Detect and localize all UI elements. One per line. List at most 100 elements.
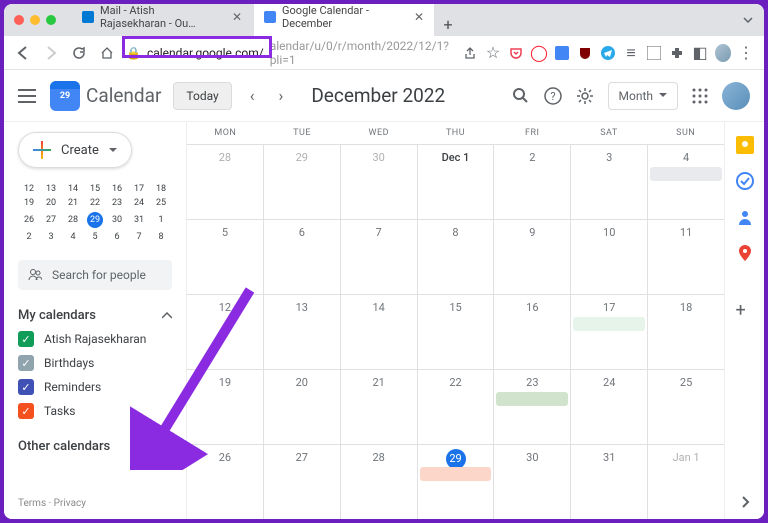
minical-day[interactable]: 28 (62, 210, 84, 230)
minical-day[interactable]: 16 (106, 182, 128, 196)
minical-day[interactable]: 18 (150, 182, 172, 196)
help-icon[interactable]: ? (544, 87, 562, 105)
day-cell[interactable]: 31 (571, 445, 648, 519)
day-cell[interactable]: 10 (571, 220, 648, 294)
minical-day[interactable]: 6 (106, 230, 128, 244)
day-cell[interactable]: 25 (648, 370, 724, 444)
minical-day[interactable]: 1 (150, 210, 172, 230)
minical-day[interactable]: 12 (18, 182, 40, 196)
traffic-max[interactable] (46, 15, 56, 25)
day-cell[interactable]: 13 (264, 295, 341, 369)
ext-icon-4[interactable]: ◧ (692, 45, 708, 61)
opera-icon[interactable]: ◯ (531, 45, 547, 61)
tab-mail[interactable]: Mail - Atish Rajasekharan - Ou… ✕ (72, 4, 252, 36)
day-cell[interactable]: 17 (571, 295, 648, 369)
add-addon-button[interactable]: + (736, 300, 754, 318)
profile-avatar[interactable] (715, 45, 731, 61)
day-cell[interactable]: 27 (264, 445, 341, 519)
maps-icon[interactable] (736, 244, 754, 262)
other-calendars-toggle[interactable]: Other calendars + (18, 437, 172, 456)
event-chip[interactable] (496, 392, 568, 406)
calendar-logo[interactable]: 29 Calendar (50, 81, 161, 111)
event-chip[interactable] (650, 167, 722, 181)
minical-day[interactable]: 20 (40, 196, 62, 210)
minical-day[interactable]: 14 (62, 182, 84, 196)
share-icon[interactable] (462, 45, 478, 61)
minical-day[interactable]: 7 (128, 230, 150, 244)
minical-day[interactable]: 4 (62, 230, 84, 244)
add-calendar-button[interactable]: + (143, 437, 152, 456)
day-cell[interactable]: 30 (341, 145, 418, 219)
extensions-icon[interactable] (669, 45, 685, 61)
checkbox-icon[interactable]: ✓ (18, 379, 34, 395)
day-cell[interactable]: 15 (418, 295, 495, 369)
minical-day[interactable]: 30 (106, 210, 128, 230)
create-button[interactable]: Create (18, 132, 132, 168)
minical-day[interactable]: 22 (84, 196, 106, 210)
minical-day[interactable]: 15 (84, 182, 106, 196)
day-cell[interactable]: 12 (187, 295, 264, 369)
day-cell[interactable]: 3 (571, 145, 648, 219)
day-cell[interactable]: 24 (571, 370, 648, 444)
ublock-icon[interactable] (577, 45, 593, 61)
ext-icon-2[interactable]: ≡ (623, 45, 639, 61)
calendar-item[interactable]: ✓Birthdays (18, 355, 172, 371)
day-cell[interactable]: 4 (648, 145, 724, 219)
hide-panel-button[interactable] (740, 495, 750, 509)
day-cell[interactable]: 21 (341, 370, 418, 444)
minical-day[interactable]: 19 (18, 196, 40, 210)
back-button[interactable] (14, 44, 32, 62)
day-cell[interactable]: Dec 1 (418, 145, 495, 219)
search-icon[interactable] (512, 87, 530, 105)
url-input[interactable]: 🔒 calendar.google.com/alendar/u/0/r/mont… (126, 39, 452, 67)
day-cell[interactable]: 29 (264, 145, 341, 219)
minical-day[interactable]: 23 (106, 196, 128, 210)
event-chip[interactable] (420, 467, 492, 481)
day-cell[interactable]: 11 (648, 220, 724, 294)
chevron-down-icon[interactable] (742, 14, 754, 26)
day-cell[interactable]: 5 (187, 220, 264, 294)
tab-calendar[interactable]: Google Calendar - December ✕ (254, 4, 434, 36)
day-cell[interactable]: 28 (341, 445, 418, 519)
tasks-icon[interactable] (736, 172, 754, 190)
view-selector[interactable]: Month (608, 82, 678, 110)
my-calendars-toggle[interactable]: My calendars (18, 308, 172, 323)
account-avatar[interactable] (722, 82, 750, 110)
minical-day[interactable]: 17 (128, 182, 150, 196)
day-cell[interactable]: 30 (494, 445, 571, 519)
day-cell[interactable]: 9 (494, 220, 571, 294)
day-cell[interactable]: 19 (187, 370, 264, 444)
checkbox-icon[interactable]: ✓ (18, 403, 34, 419)
settings-icon[interactable] (576, 87, 594, 105)
minical-day[interactable]: 26 (18, 210, 40, 230)
day-cell[interactable]: 26 (187, 445, 264, 519)
reload-button[interactable] (70, 44, 88, 62)
minical-day[interactable]: 24 (128, 196, 150, 210)
traffic-min[interactable] (30, 15, 40, 25)
day-cell[interactable]: 29 (418, 445, 495, 519)
contacts-icon[interactable] (736, 208, 754, 226)
day-cell[interactable]: 2 (494, 145, 571, 219)
minical-day[interactable]: 31 (128, 210, 150, 230)
footer-links[interactable]: Terms · Privacy (18, 488, 172, 509)
day-cell[interactable]: 20 (264, 370, 341, 444)
day-cell[interactable]: 28 (187, 145, 264, 219)
telegram-icon[interactable] (600, 45, 616, 61)
menu-icon[interactable]: ⋮ (738, 45, 754, 61)
day-cell[interactable]: 22 (418, 370, 495, 444)
day-cell[interactable]: 23 (494, 370, 571, 444)
minical-day[interactable]: 27 (40, 210, 62, 230)
keep-icon[interactable] (736, 136, 754, 154)
calendar-item[interactable]: ✓Atish Rajasekharan (18, 331, 172, 347)
minical-day[interactable]: 13 (40, 182, 62, 196)
day-cell[interactable]: 7 (341, 220, 418, 294)
minical-day[interactable]: 25 (150, 196, 172, 210)
minical-day[interactable]: 2 (18, 230, 40, 244)
checkbox-icon[interactable]: ✓ (18, 355, 34, 371)
calendar-item[interactable]: ✓Tasks (18, 403, 172, 419)
menu-button[interactable] (18, 89, 38, 103)
minical-day[interactable]: 8 (150, 230, 172, 244)
minical-day[interactable]: 21 (62, 196, 84, 210)
mini-calendar[interactable]: 1213141516171819202122232425262728293031… (18, 182, 172, 244)
checkbox-icon[interactable]: ✓ (18, 331, 34, 347)
